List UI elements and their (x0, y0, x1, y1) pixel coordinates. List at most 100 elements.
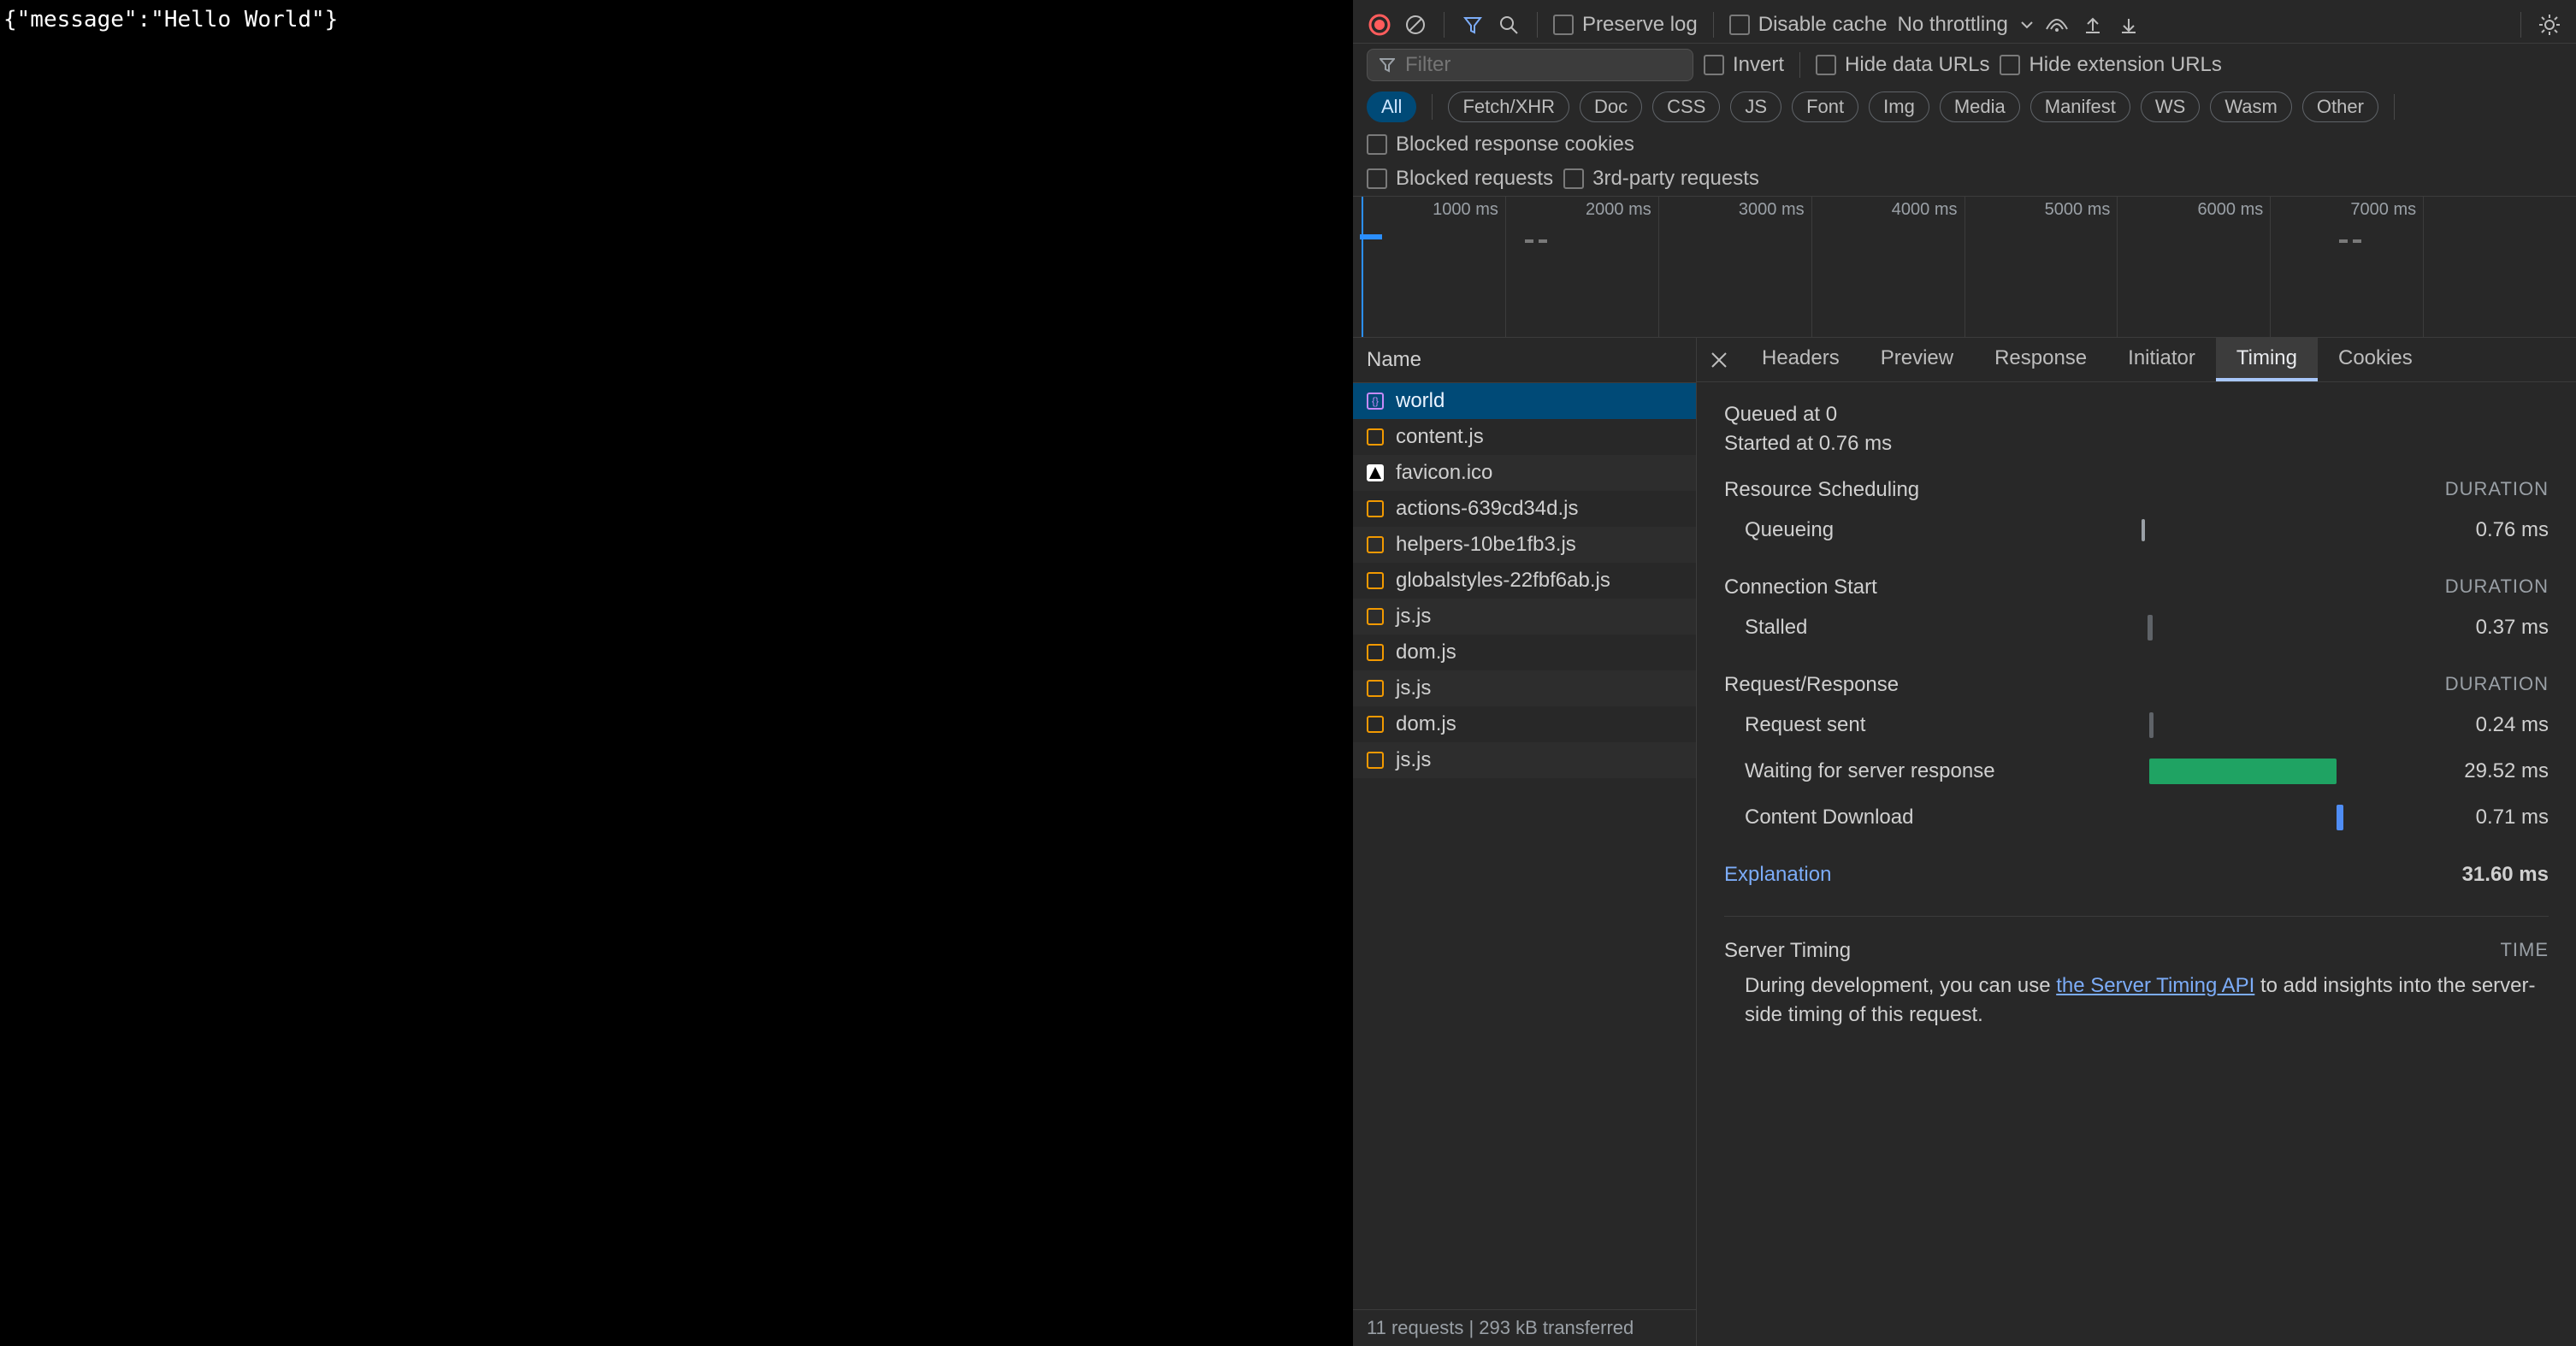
network-conditions-icon[interactable] (2044, 12, 2070, 38)
request-name: content.js (1396, 425, 1484, 449)
record-button[interactable] (1367, 12, 1392, 38)
close-detail-button[interactable] (1704, 351, 1734, 369)
type-chip-css[interactable]: CSS (1652, 92, 1720, 122)
request-row[interactable]: js.js (1353, 670, 1696, 706)
separator (2394, 94, 2395, 120)
invert-label: Invert (1733, 53, 1784, 77)
request-row[interactable]: content.js (1353, 419, 1696, 455)
request-row[interactable]: js.js (1353, 599, 1696, 635)
hide-data-urls-checkbox[interactable]: Hide data URLs (1816, 53, 1989, 77)
timing-value: 29.52 ms (2412, 759, 2549, 783)
settings-gear-icon[interactable] (2537, 12, 2562, 38)
separator (2520, 12, 2521, 38)
request-row[interactable]: favicon.ico (1353, 455, 1696, 491)
disable-cache-checkbox[interactable]: Disable cache (1729, 13, 1888, 37)
separator (1537, 12, 1538, 38)
waterfall-column: 2000 ms (1506, 197, 1659, 337)
time-header: TIME (2500, 939, 2549, 963)
explanation-link[interactable]: Explanation (1724, 863, 1831, 887)
page-body: {"message":"Hello World"} (0, 0, 1353, 1346)
timing-row-stalled: Stalled 0.37 ms (1724, 605, 2549, 651)
invert-checkbox[interactable]: Invert (1704, 53, 1784, 77)
js-file-icon (1367, 644, 1384, 661)
chevron-down-icon (2020, 18, 2034, 32)
filter-toggle-icon[interactable] (1460, 12, 1486, 38)
preserve-log-checkbox[interactable]: Preserve log (1553, 13, 1698, 37)
js-file-icon (1367, 428, 1384, 446)
waterfall-tick-label: 1000 ms (1433, 200, 1498, 220)
type-chip-other[interactable]: Other (2302, 92, 2378, 122)
timing-label: Content Download (1745, 806, 2001, 829)
request-name: dom.js (1396, 712, 1456, 736)
type-chip-ws[interactable]: WS (2141, 92, 2200, 122)
filter-input-wrapper[interactable] (1367, 49, 1693, 81)
type-chip-font[interactable]: Font (1792, 92, 1858, 122)
separator (1432, 94, 1433, 120)
detail-tab-timing[interactable]: Timing (2216, 338, 2318, 381)
request-row[interactable]: helpers-10be1fb3.js (1353, 527, 1696, 563)
preserve-log-label: Preserve log (1582, 13, 1698, 37)
type-chip-js[interactable]: JS (1730, 92, 1781, 122)
request-name: js.js (1396, 676, 1431, 700)
download-har-icon[interactable] (2116, 12, 2142, 38)
type-chip-fetchxhr[interactable]: Fetch/XHR (1448, 92, 1569, 122)
js-file-icon (1367, 752, 1384, 769)
server-timing-hint: During development, you can use the Serv… (1724, 971, 2549, 1029)
detail-tab-cookies[interactable]: Cookies (2318, 338, 2433, 381)
type-chip-media[interactable]: Media (1940, 92, 2020, 122)
waterfall-tick-label: 3000 ms (1739, 200, 1805, 220)
network-toolbar: Preserve log Disable cache No throttling (1353, 7, 2576, 44)
filter-bar: Invert Hide data URLs Hide extension URL… (1353, 44, 2576, 86)
request-row[interactable]: actions-639cd34d.js (1353, 491, 1696, 527)
throttling-dropdown[interactable]: No throttling (1897, 13, 2033, 37)
detail-tab-preview[interactable]: Preview (1860, 338, 1974, 381)
request-row[interactable]: {}world (1353, 383, 1696, 419)
detail-tab-initiator[interactable]: Initiator (2107, 338, 2216, 381)
request-row[interactable]: globalstyles-22fbf6ab.js (1353, 563, 1696, 599)
timing-value: 0.76 ms (2412, 518, 2549, 542)
waterfall-tick-label: 6000 ms (2198, 200, 2264, 220)
timing-label: Request sent (1745, 713, 2001, 737)
filter-input[interactable] (1405, 53, 1681, 77)
type-chip-manifest[interactable]: Manifest (2030, 92, 2130, 122)
separator (1444, 12, 1445, 38)
queued-at: Queued at 0 (1724, 403, 2549, 427)
divider (1724, 916, 2549, 917)
server-timing-api-link[interactable]: the Server Timing API (2056, 974, 2254, 997)
blocked-requests-checkbox[interactable]: Blocked requests (1367, 167, 1553, 191)
waterfall-column: 6000 ms (2118, 197, 2271, 337)
section-request-response: Request/Response (1724, 673, 1899, 697)
js-file-icon (1367, 716, 1384, 733)
blocked-cookies-checkbox[interactable]: Blocked response cookies (1367, 133, 1634, 156)
section-connection-start: Connection Start (1724, 576, 1877, 599)
type-chip-all[interactable]: All (1367, 92, 1416, 122)
detail-tab-headers[interactable]: Headers (1741, 338, 1860, 381)
request-row[interactable]: js.js (1353, 742, 1696, 778)
type-chip-img[interactable]: Img (1869, 92, 1929, 122)
type-chip-doc[interactable]: Doc (1580, 92, 1642, 122)
clear-button[interactable] (1403, 12, 1428, 38)
blocked-cookies-label: Blocked response cookies (1396, 133, 1634, 156)
waterfall-marker (1525, 239, 1547, 243)
request-row[interactable]: dom.js (1353, 635, 1696, 670)
duration-header: DURATION (2445, 478, 2549, 502)
server-timing-header: Server Timing (1724, 939, 1851, 963)
waterfall-overview[interactable]: 1000 ms2000 ms3000 ms4000 ms5000 ms6000 … (1353, 197, 2576, 338)
json-file-icon: {} (1367, 393, 1384, 410)
upload-har-icon[interactable] (2080, 12, 2106, 38)
detail-tab-response[interactable]: Response (1974, 338, 2107, 381)
waterfall-column: 1000 ms (1353, 197, 1506, 337)
requests-summary: 11 requests | 293 kB transferred (1353, 1309, 1696, 1346)
third-party-checkbox[interactable]: 3rd-party requests (1563, 167, 1759, 191)
waterfall-tick-label: 4000 ms (1892, 200, 1958, 220)
waterfall-tick-label: 2000 ms (1586, 200, 1651, 220)
third-party-label: 3rd-party requests (1592, 167, 1759, 191)
column-header-name[interactable]: Name (1353, 338, 1696, 383)
search-icon[interactable] (1496, 12, 1521, 38)
request-row[interactable]: dom.js (1353, 706, 1696, 742)
waterfall-tick-label: 7000 ms (2350, 200, 2416, 220)
timing-label: Queueing (1745, 518, 2001, 542)
type-chip-wasm[interactable]: Wasm (2210, 92, 2292, 122)
hide-extension-urls-checkbox[interactable]: Hide extension URLs (2000, 53, 2221, 77)
fav-file-icon (1367, 464, 1384, 481)
